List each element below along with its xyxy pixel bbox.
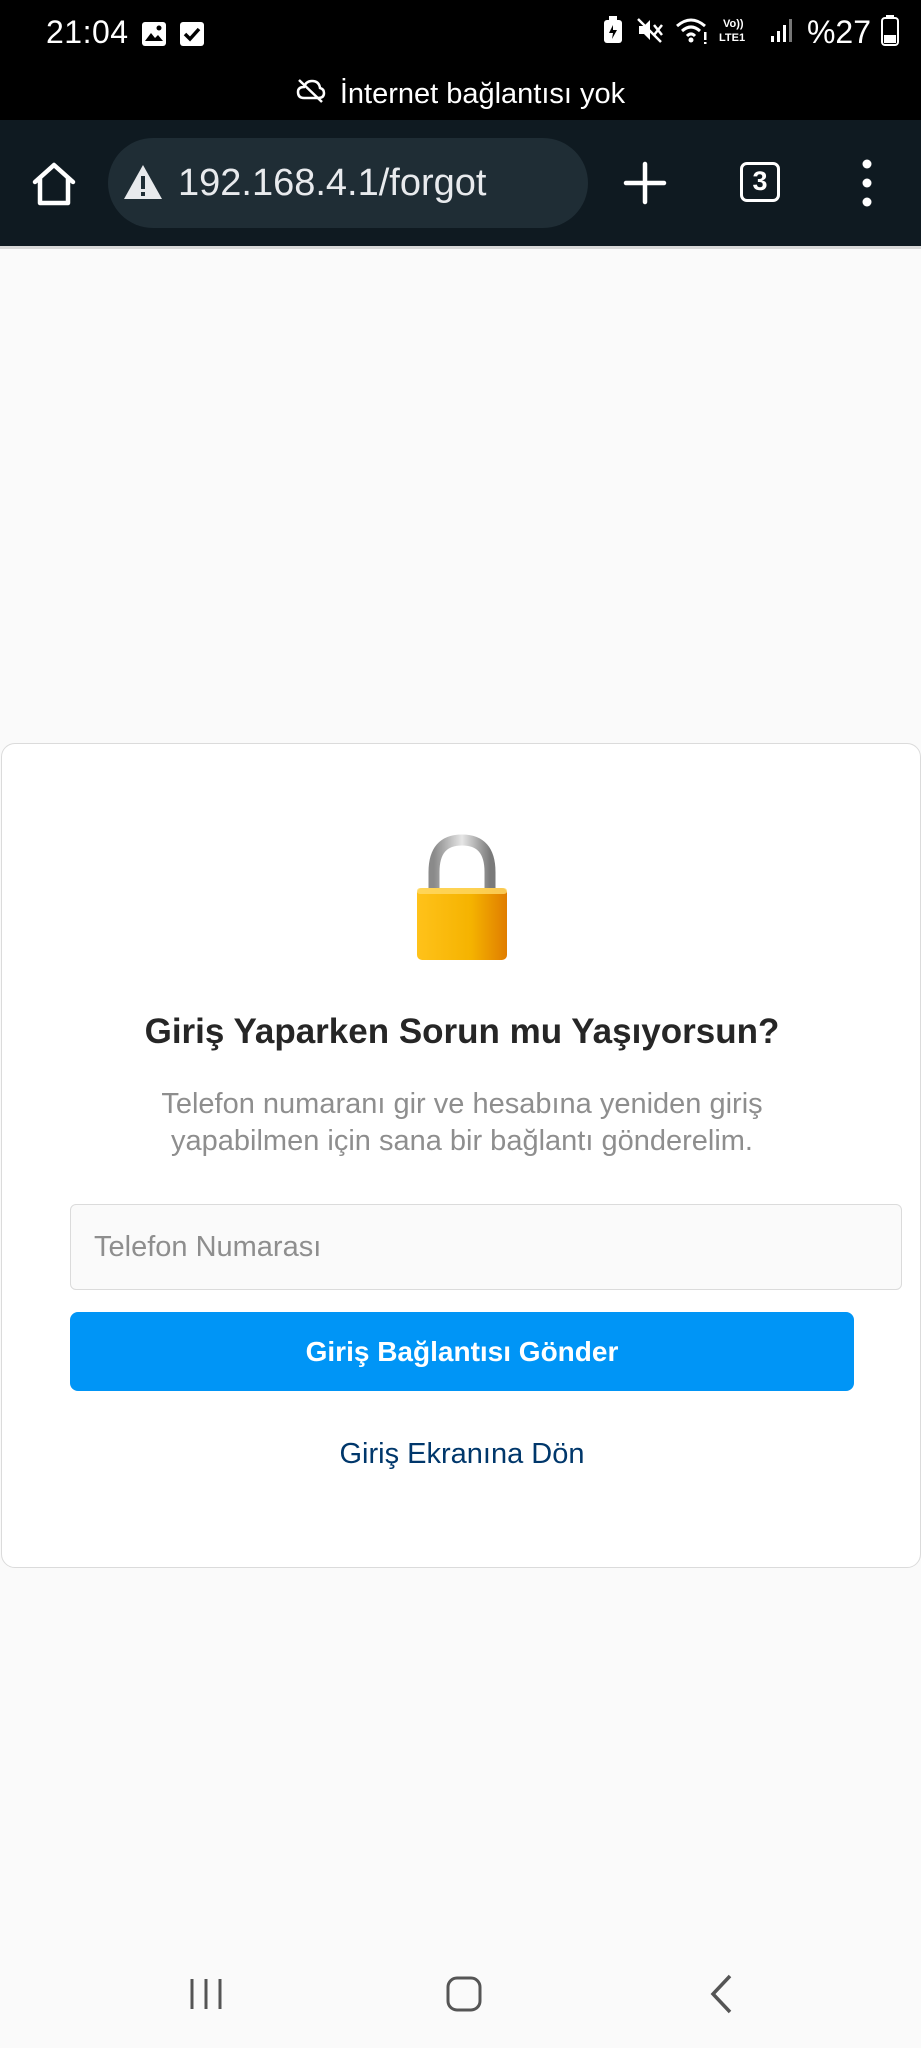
home-nav-icon <box>446 1976 482 2012</box>
svg-text:Vo)): Vo)) <box>723 18 744 30</box>
mute-icon <box>635 15 665 50</box>
recents-icon <box>190 1979 222 2009</box>
cloud-off-icon <box>296 77 326 111</box>
not-secure-warning-icon[interactable] <box>122 162 164 202</box>
home-nav-button[interactable] <box>446 1976 482 2012</box>
more-vert-icon <box>862 159 872 207</box>
system-icons: Vo)) LTE1 %27 <box>601 14 899 51</box>
battery-percent: %27 <box>806 14 871 50</box>
card-description: Telefon numaranı gir ve hesabına yeniden… <box>161 1088 763 1157</box>
battery-saver-icon <box>601 15 625 50</box>
overflow-menu-button[interactable] <box>852 156 882 210</box>
url-text: 192.168.4.1/forgot <box>178 162 487 204</box>
status-time: 21:04 <box>46 14 129 50</box>
gallery-icon <box>140 20 168 53</box>
plus-icon <box>623 161 667 205</box>
recent-apps-button[interactable] <box>188 1977 224 2011</box>
send-login-link-button[interactable]: Giriş Bağlantısı Gönder <box>70 1312 854 1391</box>
new-tab-button[interactable] <box>622 160 668 206</box>
status-bar: 21:04 Vo)) LTE1 %27 <box>0 0 921 68</box>
back-nav-button[interactable] <box>708 1974 734 2014</box>
offline-banner: İnternet bağlantısı yok <box>0 68 921 120</box>
back-to-login-link[interactable]: Giriş Ekranına Dön <box>2 1438 921 1471</box>
offline-text: İnternet bağlantısı yok <box>339 77 626 110</box>
tab-switcher-button[interactable]: 3 <box>740 162 780 202</box>
signal-icon <box>769 16 797 49</box>
battery-icon <box>881 14 899 51</box>
lock-icon <box>414 834 510 964</box>
volte-icon: Vo)) LTE1 <box>719 15 759 50</box>
wifi-icon <box>675 16 709 49</box>
back-arrow-icon <box>710 1974 732 2014</box>
home-button[interactable] <box>28 158 80 210</box>
home-icon <box>32 162 76 206</box>
browser-toolbar: 192.168.4.1/forgot 3 <box>0 120 921 246</box>
notification-icons <box>140 20 206 53</box>
svg-text:LTE1: LTE1 <box>719 32 745 44</box>
url-bar[interactable]: 192.168.4.1/forgot <box>108 138 588 228</box>
toolbar-divider <box>0 246 921 249</box>
card-title: Giriş Yaparken Sorun mu Yaşıyorsun? <box>144 1012 780 1051</box>
checkbox-icon <box>178 20 206 53</box>
forgot-password-card: Giriş Yaparken Sorun mu Yaşıyorsun? Tele… <box>1 743 921 1568</box>
phone-number-input[interactable] <box>70 1204 902 1290</box>
